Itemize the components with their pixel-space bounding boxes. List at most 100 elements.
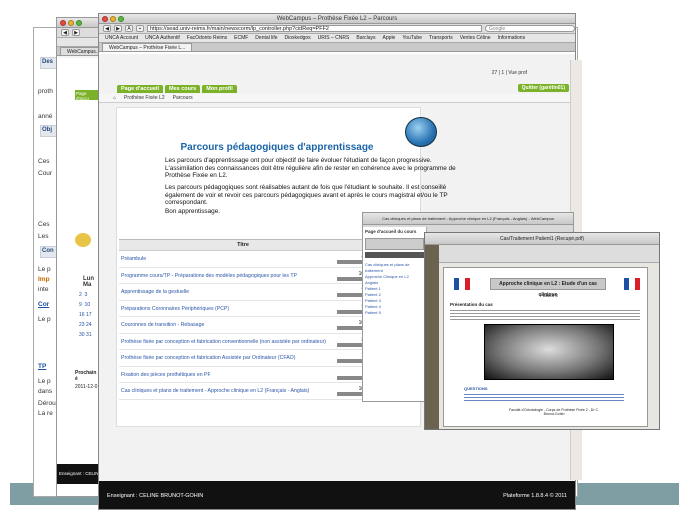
- questions-text: [464, 392, 624, 402]
- breadcrumb-course[interactable]: Prothèse Fixée L2: [124, 95, 165, 101]
- back-label-dans: dans: [38, 388, 53, 395]
- font-size-icon[interactable]: A: [125, 25, 133, 32]
- bookmark[interactable]: FacOdonto Reims: [187, 35, 227, 41]
- address-bar[interactable]: https://sead.univ-reims.fr/main/newscorm…: [147, 25, 482, 32]
- table-row[interactable]: Prothèse fixée par conception et fabrica…: [119, 334, 367, 350]
- questions-label: QUESTIONS: [464, 386, 488, 391]
- main-close-button[interactable]: [102, 16, 108, 22]
- pdf-footer: Faculté d'Odontologie - Corps de Prothès…: [509, 408, 599, 416]
- tab-home[interactable]: Page d'accueil: [117, 85, 163, 93]
- intro-paragraph: Les parcours d'apprentissage ont pour ob…: [165, 157, 456, 180]
- presentation-sidebar: Page d'accueil du cours Cas cliniques et…: [363, 227, 427, 401]
- table-row[interactable]: Apprentissage de la gestuelle90: [119, 284, 367, 301]
- advice-paragraph: Les parcours pédagogiques sont réalisabl…: [165, 184, 448, 207]
- table-row[interactable]: Prothèse fixée par conception et fabrica…: [119, 350, 367, 367]
- mid-left-panel: Page d'accu Lun Ma 2 3 9 10 16 17 23 24 …: [57, 58, 99, 496]
- bookmark[interactable]: Dental life: [255, 35, 277, 41]
- back-label-anne: anné: [38, 113, 53, 120]
- back-label-lep: Le p: [38, 266, 51, 273]
- tab-profile[interactable]: Mon profil: [202, 85, 237, 93]
- breadcrumb-parcours[interactable]: Parcours: [173, 95, 193, 101]
- zoom-button[interactable]: [76, 20, 82, 26]
- tab-webcampus[interactable]: WebCampus – Prothèse Fixée L...: [102, 43, 193, 51]
- table-row[interactable]: Couronnes de transition - Rebasage100: [119, 317, 367, 334]
- back-label-lare: La re: [38, 410, 53, 417]
- main-toolbar: ◀ ▶ A + https://sead.univ-reims.fr/main/…: [99, 24, 575, 34]
- home-icon[interactable]: ⌂: [113, 95, 116, 101]
- patient-label: Patient 3: [540, 293, 558, 298]
- tab-courses[interactable]: Mes cours: [165, 85, 201, 93]
- pdf-viewer-window: Cas/Traitement Patient1 (Recupé.pdf) App…: [424, 232, 660, 430]
- parcours-table: Titre Préambule83 Programme cours/TP - P…: [119, 239, 367, 400]
- bookmark[interactable]: Transports: [429, 35, 453, 41]
- bookmark[interactable]: Barclays: [356, 35, 375, 41]
- footer-teacher: Enseignant : CELINE BRUNOT-GOHIN: [107, 493, 204, 499]
- back-arrow-icon[interactable]: ◀: [103, 25, 111, 32]
- french-flag-icon: [624, 278, 640, 290]
- back-label-ces: Ces: [38, 158, 50, 165]
- search-field[interactable]: Google: [485, 25, 575, 32]
- bookmark[interactable]: UNCA Account: [105, 35, 138, 41]
- bookmark[interactable]: UNCA Authentif: [145, 35, 180, 41]
- bookmark[interactable]: Apple: [383, 35, 396, 41]
- prochain-date: 2011-12-0: [75, 384, 98, 390]
- mid-footer: Enseignant : CELIN: [57, 464, 99, 484]
- globe-icon: [405, 117, 437, 147]
- calendar-days: 2 3 9 10 16 17 23 24 30 31: [79, 292, 92, 338]
- section-text: [450, 308, 640, 320]
- calendar-icon: [75, 233, 91, 247]
- pdf-toolbar: [425, 245, 659, 263]
- back-label-lep2: Le p: [38, 316, 51, 323]
- prochain-label: Prochain é: [75, 370, 97, 382]
- table-row[interactable]: Programme cours/TP - Préparations des mo…: [119, 268, 367, 284]
- presentation-toolbar: [365, 238, 424, 250]
- back-label-lep3: Le p: [38, 378, 51, 385]
- bookmark[interactable]: YouTube: [402, 35, 422, 41]
- back-label-derou: Dérou: [38, 400, 56, 407]
- quit-button[interactable]: Quitter (garétin01): [517, 84, 569, 92]
- main-nav: Page d'accueil Mes cours Mon profil: [99, 82, 237, 93]
- table-row[interactable]: Préambule83: [119, 251, 367, 268]
- back-label-imp: Imp: [38, 276, 50, 283]
- forward-arrow-icon[interactable]: ▶: [72, 29, 80, 36]
- pdf-header: Approche clinique en L2 : Etude d'un cas…: [490, 278, 606, 298]
- back-label-inte: inte: [38, 286, 49, 293]
- back-arrow-icon[interactable]: ◀: [61, 29, 69, 36]
- table-row[interactable]: Préparations Coronnaires Périphériques (…: [119, 301, 367, 317]
- bookmark[interactable]: Dioxkedgos: [285, 35, 311, 41]
- mid-home-tab[interactable]: Page d'accu: [75, 90, 99, 101]
- bookmark[interactable]: Ventes Céline: [460, 35, 491, 41]
- table-row[interactable]: Cas cliniques et plans de traitement - A…: [119, 383, 367, 400]
- progress-bar: [365, 252, 424, 258]
- section-label: Présentation du cas: [450, 302, 493, 307]
- table-header: Titre: [119, 240, 367, 251]
- back-label-tp[interactable]: TP: [38, 363, 46, 370]
- bookmark[interactable]: URIS – CNRS: [318, 35, 350, 41]
- bookmark[interactable]: ECMF: [234, 35, 248, 41]
- forward-arrow-icon[interactable]: ▶: [114, 25, 122, 32]
- back-label-cor[interactable]: Cor: [38, 301, 49, 308]
- main-titlebar: WebCampus – Prothèse Fixée L2 – Parcours: [99, 14, 575, 24]
- pdf-page: Approche clinique en L2 : Etude d'un cas…: [443, 267, 648, 427]
- presentation-titlebar: Cas cliniques et plans de traitement - A…: [363, 213, 573, 225]
- back-label-ces2: Ces: [38, 221, 50, 228]
- pdf-titlebar: Cas/Traitement Patient1 (Recupé.pdf): [425, 233, 659, 245]
- reload-icon[interactable]: +: [136, 25, 144, 32]
- bookmarks-bar: UNCA Account UNCA Authentif FacOdonto Re…: [99, 34, 575, 43]
- tab-bar: WebCampus – Prothèse Fixée L...: [99, 43, 575, 52]
- bookmark[interactable]: Informations: [498, 35, 526, 41]
- window-title: WebCampus – Prothèse Fixée L2 – Parcours: [276, 16, 398, 22]
- pdf-navigation-strip: [425, 245, 439, 429]
- user-status: 27 | 1 | Vue prof: [491, 70, 527, 76]
- back-label-proth: proth: [38, 88, 53, 95]
- table-row[interactable]: Fixation des pièces prothétiques en PF0: [119, 367, 367, 383]
- dental-xray-image: [484, 324, 614, 380]
- main-minimize-button[interactable]: [110, 16, 116, 22]
- presentation-sidebar-title[interactable]: Page d'accueil du cours: [363, 227, 426, 236]
- french-flag-icon: [454, 278, 470, 290]
- breadcrumb: ⌂ Prothèse Fixée L2 Parcours: [99, 94, 575, 103]
- main-zoom-button[interactable]: [118, 16, 124, 22]
- back-label-cour: Cour: [38, 170, 53, 177]
- close-button[interactable]: [60, 20, 66, 26]
- minimize-button[interactable]: [68, 20, 74, 26]
